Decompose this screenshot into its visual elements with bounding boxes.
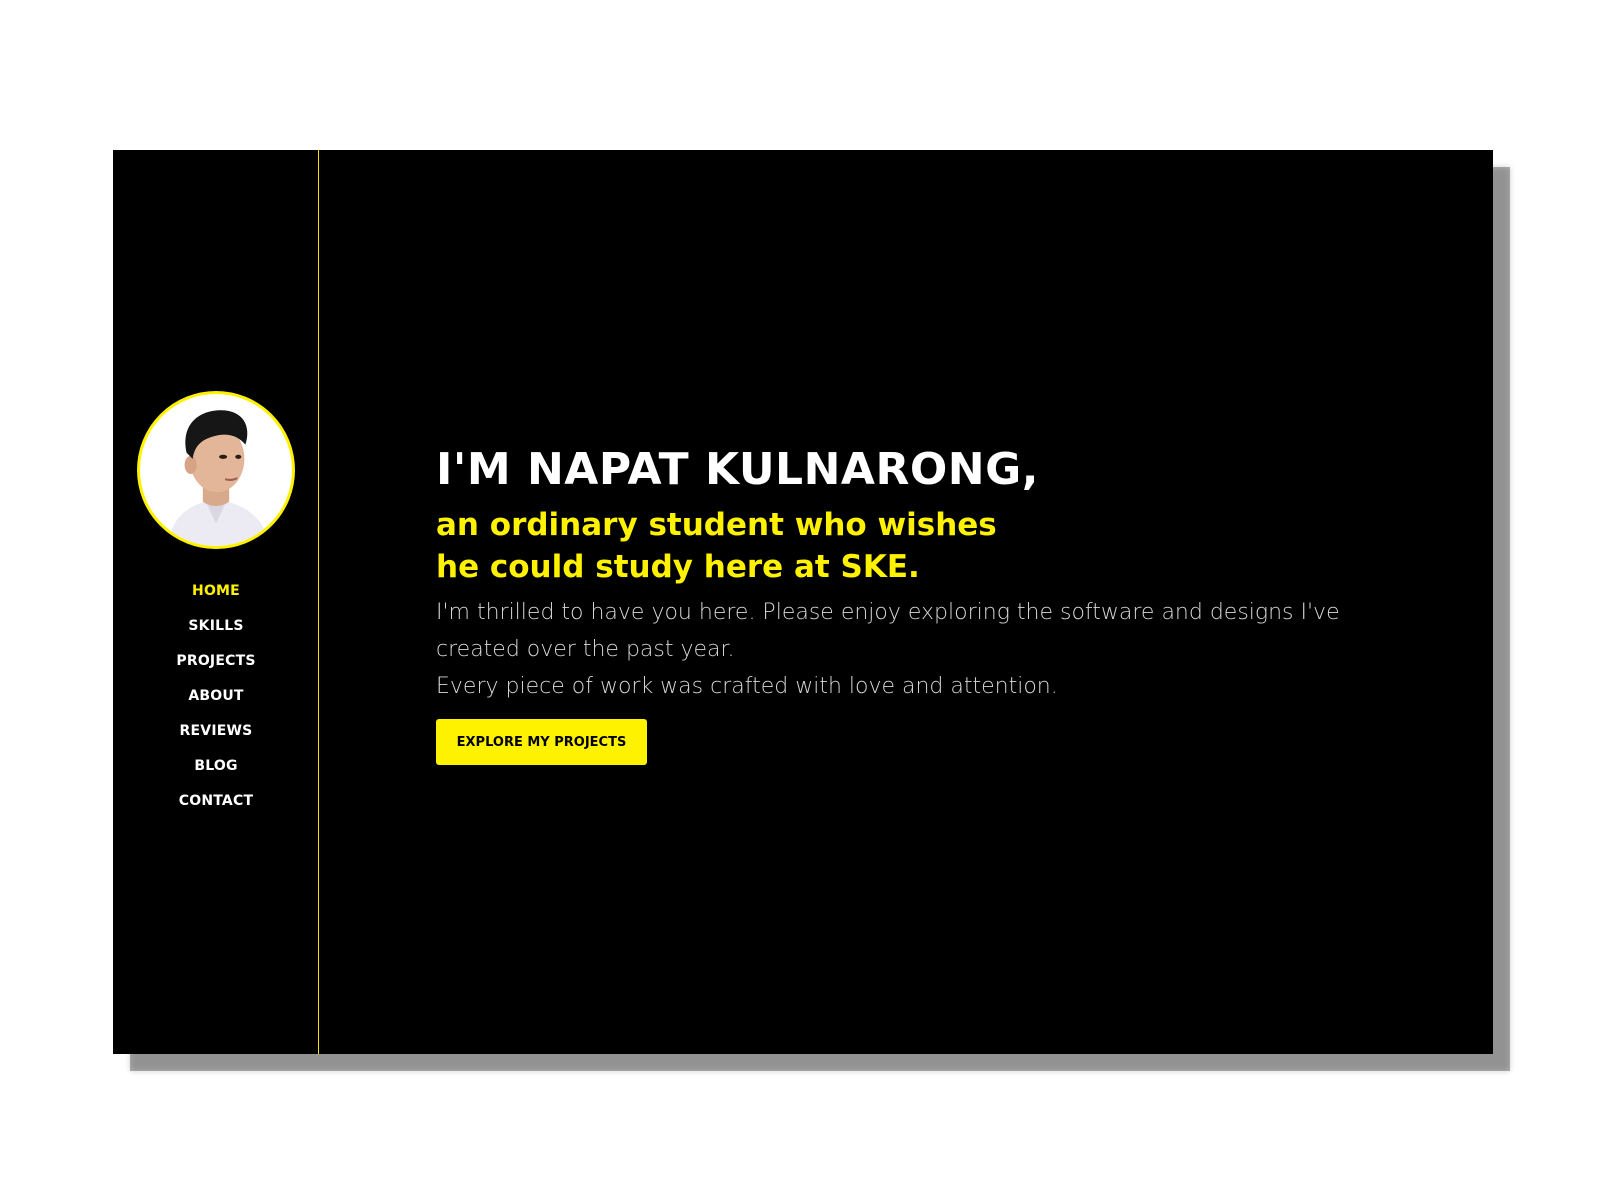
nav-item-about[interactable]: ABOUT bbox=[113, 679, 319, 714]
page-window: HOME SKILLS PROJECTS ABOUT REVIEWS BLOG … bbox=[113, 150, 1493, 1054]
nav-item-reviews[interactable]: REVIEWS bbox=[113, 714, 319, 749]
hero-section: I'M NAPAT KULNARONG, an ordinary student… bbox=[436, 442, 1436, 765]
hero-intro-line: Every piece of work was crafted with lov… bbox=[436, 674, 1058, 699]
hero-intro-line: I'm thrilled to have you here. Please en… bbox=[436, 600, 1340, 625]
profile-photo-icon bbox=[168, 410, 270, 546]
hero-subheadline: an ordinary student who wishes he could … bbox=[436, 504, 1436, 588]
hero-intro: I'm thrilled to have you here. Please en… bbox=[436, 594, 1436, 705]
hero-subheadline-line: an ordinary student who wishes bbox=[436, 507, 997, 543]
hero-subheadline-line: he could study here at SKE. bbox=[436, 549, 920, 585]
nav-item-home[interactable]: HOME bbox=[113, 574, 319, 609]
hero-intro-line: created over the past year. bbox=[436, 637, 735, 662]
hero-headline: I'M NAPAT KULNARONG, bbox=[436, 444, 1039, 495]
nav-item-contact[interactable]: CONTACT bbox=[113, 784, 319, 819]
avatar bbox=[137, 391, 295, 549]
nav-item-blog[interactable]: BLOG bbox=[113, 749, 319, 784]
nav-item-projects[interactable]: PROJECTS bbox=[113, 644, 319, 679]
explore-projects-button[interactable]: EXPLORE MY PROJECTS bbox=[436, 719, 647, 765]
sidebar: HOME SKILLS PROJECTS ABOUT REVIEWS BLOG … bbox=[113, 150, 319, 1054]
nav-item-skills[interactable]: SKILLS bbox=[113, 609, 319, 644]
main-nav: HOME SKILLS PROJECTS ABOUT REVIEWS BLOG … bbox=[113, 574, 319, 819]
